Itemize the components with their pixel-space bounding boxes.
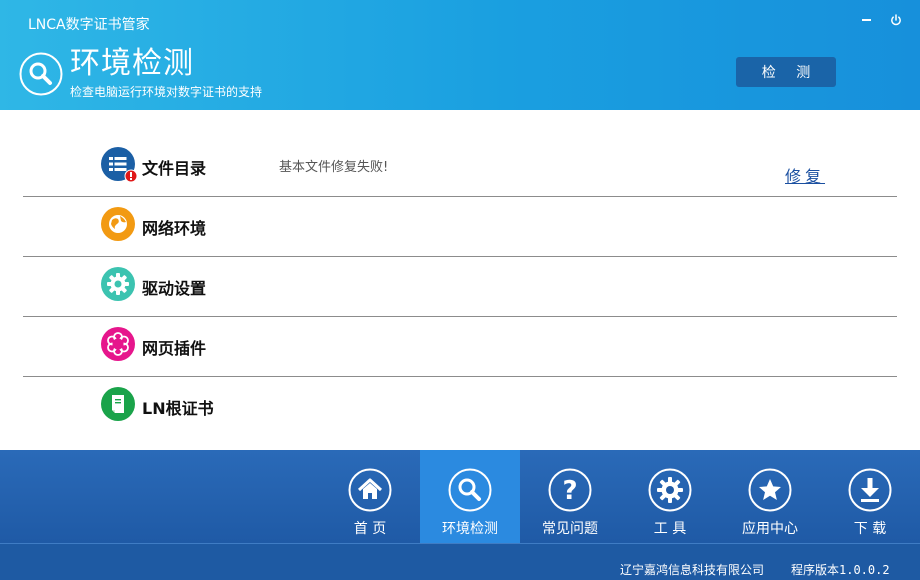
question-icon: ? — [548, 468, 592, 512]
page-title: 环境检测 — [70, 46, 194, 81]
check-label: 网络环境 — [142, 219, 207, 238]
check-label: LN根证书 — [142, 399, 214, 418]
check-row-network: 网络环境 — [23, 197, 897, 257]
nav-label: 应用中心 — [742, 521, 798, 537]
svg-text:?: ? — [562, 476, 577, 506]
nav-label: 下 载 — [853, 521, 887, 537]
check-label: 文件目录 — [142, 159, 207, 178]
repair-link[interactable]: 修复 — [785, 163, 825, 187]
page-subtitle: 检查电脑运行环境对数字证书的支持 — [70, 85, 263, 99]
nav-environment-check[interactable]: 环境检测 — [420, 450, 520, 543]
check-list: 文件目录 基本文件修复失败! 修复 网络环境 驱动设置 网页插件 LN根证书 — [0, 110, 920, 450]
star-icon — [748, 468, 792, 512]
certificate-icon — [101, 387, 135, 421]
footer: 辽宁嘉鸿信息科技有限公司 程序版本1.0.0.2 — [0, 543, 920, 580]
nav-label: 常见问题 — [542, 521, 598, 537]
check-row-root-certificate: LN根证书 — [23, 377, 897, 437]
gear-icon — [101, 267, 135, 301]
detect-button[interactable]: 检 测 — [736, 57, 836, 87]
search-icon — [19, 52, 63, 96]
globe-icon — [101, 207, 135, 241]
check-row-driver: 驱动设置 — [23, 257, 897, 317]
nav-label: 环境检测 — [442, 521, 498, 537]
power-icon[interactable] — [886, 10, 906, 30]
nav-home[interactable]: 首 页 — [320, 450, 420, 543]
nav-label: 首 页 — [353, 521, 387, 537]
app-title: LNCA数字证书管家 — [28, 17, 150, 33]
nav-download[interactable]: 下 载 — [820, 450, 920, 543]
bottom-nav: 首 页 环境检测 ? 常见问题 工 具 应用中心 下 载 — [0, 450, 920, 543]
home-icon — [348, 468, 392, 512]
flower-icon — [101, 327, 135, 361]
download-icon — [848, 468, 892, 512]
minimize-icon[interactable] — [856, 10, 876, 30]
nav-faq[interactable]: ? 常见问题 — [520, 450, 620, 543]
version-text: 程序版本1.0.0.2 — [791, 563, 890, 577]
check-status: 基本文件修复失败! — [279, 160, 389, 175]
nav-label: 工 具 — [653, 521, 687, 537]
gear-icon — [648, 468, 692, 512]
header: LNCA数字证书管家 环境检测 检查电脑运行环境对数字证书的支持 检 测 — [0, 0, 920, 110]
company-name: 辽宁嘉鸿信息科技有限公司 — [620, 563, 765, 577]
check-row-web-plugin: 网页插件 — [23, 317, 897, 377]
check-label: 驱动设置 — [142, 279, 207, 298]
check-row-file-directory: 文件目录 基本文件修复失败! 修复 — [23, 137, 897, 197]
nav-app-center[interactable]: 应用中心 — [720, 450, 820, 543]
nav-tools[interactable]: 工 具 — [620, 450, 720, 543]
file-list-icon — [101, 147, 137, 183]
search-icon — [448, 468, 492, 512]
check-label: 网页插件 — [142, 339, 207, 358]
